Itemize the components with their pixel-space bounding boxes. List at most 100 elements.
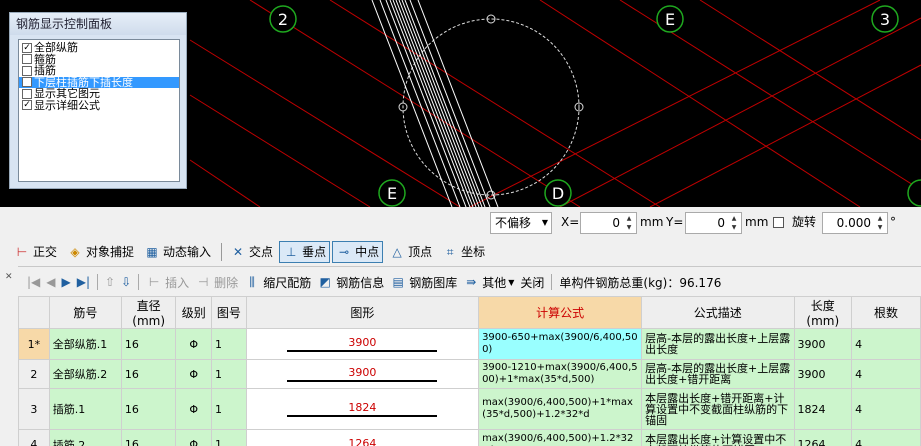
scale-rebar-button[interactable]: ⫼ 缩尺配筋 bbox=[241, 271, 314, 293]
cell-diameter[interactable]: 16 bbox=[120, 328, 177, 360]
delete-icon: ⊣ bbox=[197, 275, 209, 289]
cell-shape[interactable]: 1824 bbox=[245, 388, 480, 430]
cell-shape[interactable]: 3900 bbox=[245, 328, 480, 360]
cell-bar-no[interactable]: 插筋.1 bbox=[48, 388, 122, 430]
rebar-library-button[interactable]: ▤ 钢筋图库 bbox=[387, 271, 460, 293]
previous-record-icon[interactable]: ◀ bbox=[43, 271, 58, 293]
cell-diameter[interactable]: 16 bbox=[120, 388, 177, 430]
col-header-shape[interactable]: 图形 bbox=[245, 296, 480, 329]
cell-formula[interactable]: max(3900/6,400,500)+1*max(35*d,500)+1.2*… bbox=[478, 388, 643, 430]
spin-icon[interactable]: ▲ ▼ bbox=[728, 214, 740, 232]
cell-count[interactable]: 4 bbox=[851, 429, 921, 446]
first-record-icon[interactable]: |◀ bbox=[24, 271, 43, 293]
cell-length[interactable]: 1264 bbox=[793, 429, 853, 446]
col-header-description[interactable]: 公式描述 bbox=[641, 296, 795, 329]
col-header-length[interactable]: 长度(mm) bbox=[793, 296, 853, 329]
delete-button[interactable]: ⊣ 删除 bbox=[192, 271, 241, 293]
option-show-detailed-formula[interactable]: ✓ 显示详细公式 bbox=[19, 100, 179, 112]
cell-grade[interactable]: Φ bbox=[175, 429, 213, 446]
panel-close-icon[interactable]: ✕ bbox=[5, 272, 13, 282]
table-row[interactable]: 4 插筋.2 16 Φ 1 1264 max(3900/6,400,500)+1… bbox=[18, 429, 921, 446]
row-number[interactable]: 1* bbox=[18, 328, 50, 360]
col-header-diameter[interactable]: 直径(mm) bbox=[120, 296, 177, 329]
cell-count[interactable]: 4 bbox=[851, 328, 921, 360]
checkbox[interactable] bbox=[22, 77, 32, 88]
rotate-input[interactable]: 0.000 ▲ ▼ bbox=[822, 212, 888, 234]
checkbox[interactable] bbox=[22, 54, 32, 65]
rebar-info-button[interactable]: ◩ 钢筋信息 bbox=[314, 271, 387, 293]
intersection-button[interactable]: ✕ 交点 bbox=[226, 241, 277, 263]
object-snap-button[interactable]: ◈ 对象捕捉 bbox=[63, 241, 138, 263]
spin-icon[interactable]: ▲ ▼ bbox=[623, 214, 635, 232]
col-header-grade[interactable]: 级别 bbox=[175, 296, 213, 329]
cell-grade[interactable]: Φ bbox=[175, 328, 213, 360]
cell-count[interactable]: 4 bbox=[851, 388, 921, 430]
rebar-shape-line bbox=[287, 380, 438, 382]
close-button[interactable]: 关闭 bbox=[517, 271, 547, 293]
rebar-display-control-panel[interactable]: 钢筋显示控制面板 ✓ 全部纵筋 箍筋 插筋 下层柱插筋下插长度 显示其它图元 ✓ 显… bbox=[9, 12, 187, 189]
coordinate-button[interactable]: ⌗ 坐标 bbox=[438, 241, 489, 263]
table-row[interactable]: 2 全部纵筋.2 16 Φ 1 3900 3900-1210+max(3900/… bbox=[18, 359, 921, 389]
checkbox-checked[interactable]: ✓ bbox=[22, 42, 32, 53]
table-row[interactable]: 1* 全部纵筋.1 16 Φ 1 3900 3900-650+max(3900/… bbox=[18, 328, 921, 360]
cell-bar-no[interactable]: 插筋.2 bbox=[48, 429, 122, 446]
dynamic-input-button[interactable]: ▦ 动态输入 bbox=[140, 241, 215, 263]
col-header-formula[interactable]: 计算公式 bbox=[478, 296, 643, 329]
offset-mode-select[interactable]: 不偏移 ▼ bbox=[490, 212, 552, 234]
cell-length[interactable]: 3900 bbox=[793, 359, 853, 389]
cell-length[interactable]: 1824 bbox=[793, 388, 853, 430]
rebar-grid[interactable]: 筋号 直径(mm) 级别 图号 图形 计算公式 公式描述 长度(mm) 根数 1… bbox=[18, 296, 921, 446]
perpendicular-button[interactable]: ⊥ 垂点 bbox=[279, 240, 331, 263]
cell-formula[interactable]: 3900-650+max(3900/6,400,500) bbox=[478, 328, 643, 360]
row-number[interactable]: 4 bbox=[18, 429, 50, 446]
cell-shape[interactable]: 1264 bbox=[245, 429, 480, 446]
other-menu-button[interactable]: ⇛ 其他 ▼ bbox=[460, 271, 517, 293]
cell-bar-no[interactable]: 全部纵筋.1 bbox=[48, 328, 122, 360]
option-dowels[interactable]: 插筋 bbox=[19, 65, 179, 77]
cad-canvas[interactable]: 2 E 3 E D 钢筋显示控制面板 ✓ 全部纵筋 箍筋 插筋 下层柱插筋下插长度… bbox=[0, 0, 921, 207]
midpoint-button[interactable]: ⊸ 中点 bbox=[332, 240, 384, 263]
move-up-icon[interactable]: ⇧ bbox=[102, 271, 118, 293]
col-header-count[interactable]: 根数 bbox=[851, 296, 921, 329]
cell-bar-no[interactable]: 全部纵筋.2 bbox=[48, 359, 122, 389]
next-record-icon[interactable]: ▶ bbox=[59, 271, 74, 293]
cell-description[interactable]: 本层露出长度+错开距离+计算设置中不变截面柱纵筋的下锚固 bbox=[641, 388, 795, 430]
move-down-icon[interactable]: ⇩ bbox=[118, 271, 134, 293]
col-header-bar-no[interactable]: 筋号 bbox=[48, 296, 122, 329]
vertex-button[interactable]: △ 顶点 bbox=[385, 241, 436, 263]
cell-diameter[interactable]: 16 bbox=[120, 359, 177, 389]
col-header-fig-no[interactable]: 图号 bbox=[211, 296, 247, 329]
table-row[interactable]: 3 插筋.1 16 Φ 1 1824 max(3900/6,400,500)+1… bbox=[18, 388, 921, 430]
cell-grade[interactable]: Φ bbox=[175, 388, 213, 430]
cell-description[interactable]: 本层露出长度+计算设置中不变截面柱纵筋的下锚固 bbox=[641, 429, 795, 446]
row-number[interactable]: 2 bbox=[18, 359, 50, 389]
display-options-list[interactable]: ✓ 全部纵筋 箍筋 插筋 下层柱插筋下插长度 显示其它图元 ✓ 显示详细公式 bbox=[18, 39, 180, 182]
checkbox[interactable] bbox=[22, 88, 32, 99]
cell-fig-no[interactable]: 1 bbox=[211, 388, 247, 430]
cell-grade[interactable]: Φ bbox=[175, 359, 213, 389]
spin-icon[interactable]: ▲ ▼ bbox=[874, 214, 886, 232]
option-show-other-elements[interactable]: 显示其它图元 bbox=[19, 88, 179, 100]
cell-shape[interactable]: 3900 bbox=[245, 359, 480, 389]
x-input[interactable]: 0 ▲ ▼ bbox=[580, 212, 637, 234]
checkbox-checked[interactable]: ✓ bbox=[22, 100, 32, 111]
cell-count[interactable]: 4 bbox=[851, 359, 921, 389]
cell-formula[interactable]: 3900-1210+max(3900/6,400,500)+1*max(35*d… bbox=[478, 359, 643, 389]
insert-button[interactable]: ⊢ 插入 bbox=[143, 271, 192, 293]
cell-description[interactable]: 层高-本层的露出长度+上层露出长度 bbox=[641, 328, 795, 360]
cell-formula[interactable]: max(3900/6,400,500)+1.2*32*d bbox=[478, 429, 643, 446]
cell-fig-no[interactable]: 1 bbox=[211, 359, 247, 389]
cell-length[interactable]: 3900 bbox=[793, 328, 853, 360]
cell-diameter[interactable]: 16 bbox=[120, 429, 177, 446]
ortho-button[interactable]: ⊢ 正交 bbox=[10, 241, 61, 263]
last-record-icon[interactable]: ▶| bbox=[74, 271, 93, 293]
y-input[interactable]: 0 ▲ ▼ bbox=[685, 212, 742, 234]
checkbox[interactable] bbox=[22, 65, 32, 76]
cell-fig-no[interactable]: 1 bbox=[211, 328, 247, 360]
cell-description[interactable]: 层高-本层的露出长度+上层露出长度+错开距离 bbox=[641, 359, 795, 389]
insert-label: 插入 bbox=[165, 275, 190, 290]
row-number[interactable]: 3 bbox=[18, 388, 50, 430]
option-all-longitudinal[interactable]: ✓ 全部纵筋 bbox=[19, 42, 179, 54]
rotate-checkbox[interactable] bbox=[773, 217, 784, 228]
cell-fig-no[interactable]: 1 bbox=[211, 429, 247, 446]
